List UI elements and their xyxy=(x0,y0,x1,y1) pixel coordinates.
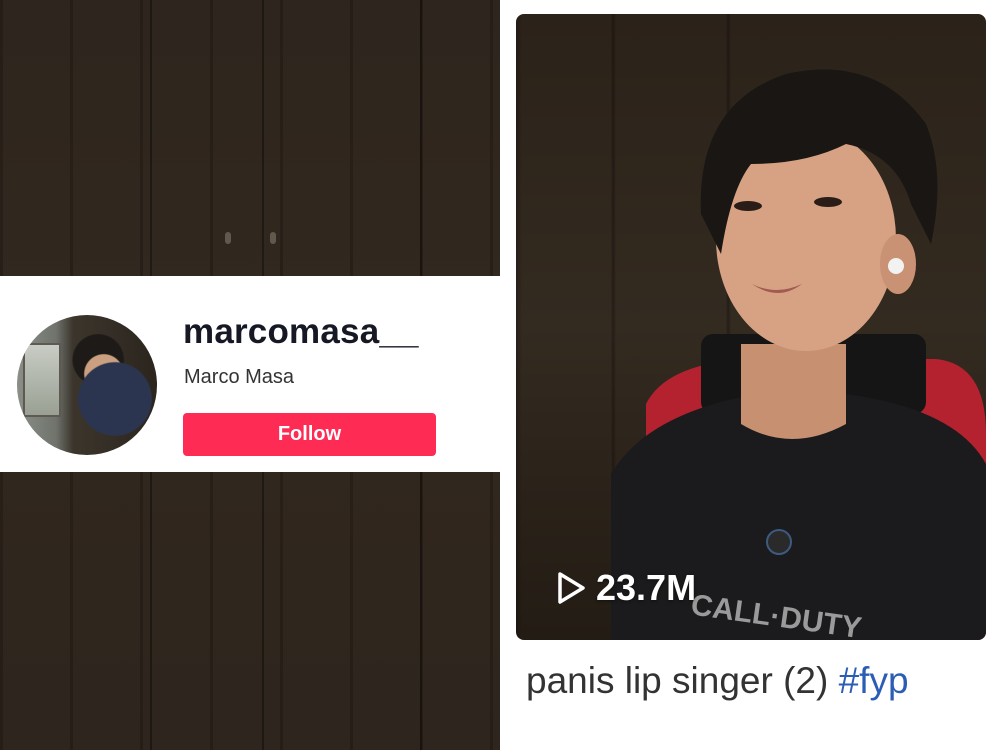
follow-button[interactable]: Follow xyxy=(183,413,436,456)
video-caption[interactable]: panis lip singer (2) #fyp xyxy=(526,660,909,702)
avatar[interactable] xyxy=(17,315,157,455)
username[interactable]: marcomasa__ xyxy=(183,312,419,352)
video-person-graphic: CALL·DUTY xyxy=(611,69,986,640)
hashtag-link[interactable]: #fyp xyxy=(839,660,909,701)
video-thumbnail[interactable]: CALL·DUTY 23.7M xyxy=(516,14,986,640)
caption-text: panis lip singer (2) xyxy=(526,660,829,701)
cabinet-knob xyxy=(270,232,276,244)
avatar-window-detail xyxy=(23,343,61,417)
display-name: Marco Masa xyxy=(184,366,295,388)
cabinet-knob xyxy=(225,232,231,244)
view-count-text: 23.7M xyxy=(596,567,697,608)
view-count: 23.7M xyxy=(556,567,696,609)
play-icon xyxy=(558,572,585,604)
